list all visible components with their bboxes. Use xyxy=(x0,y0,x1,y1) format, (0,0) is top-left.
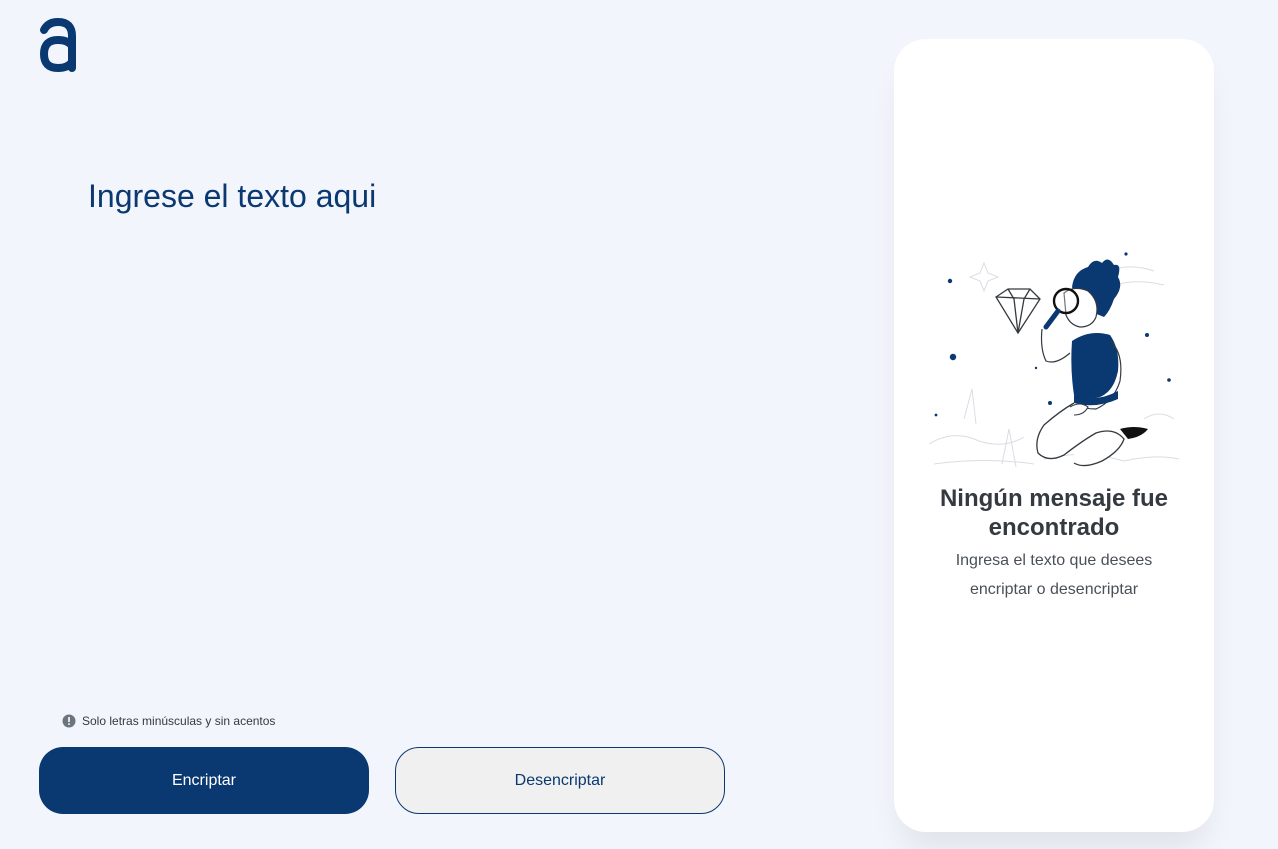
input-hint: Solo letras minúsculas y sin acentos xyxy=(62,714,275,728)
alura-logo-icon xyxy=(38,17,80,73)
info-circle-icon xyxy=(62,714,76,728)
person-with-magnifying-glass-illustration xyxy=(924,249,1184,474)
empty-state-title: Ningún mensaje fue encontrado xyxy=(939,485,1169,541)
empty-state-message: Ingresa el texto que desees encriptar o … xyxy=(955,552,1153,598)
decrypt-button[interactable]: Desencriptar xyxy=(395,747,725,814)
output-panel: Ningún mensaje fue encontrado Ingresa el… xyxy=(894,39,1214,832)
encrypt-button[interactable]: Encriptar xyxy=(39,747,369,814)
message-input[interactable] xyxy=(88,178,788,678)
hint-text: Solo letras minúsculas y sin acentos xyxy=(82,714,276,728)
